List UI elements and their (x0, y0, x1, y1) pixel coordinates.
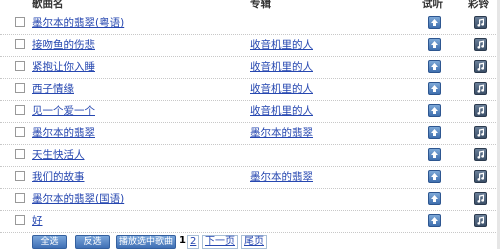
next-page-link[interactable]: 下一页 (202, 235, 238, 249)
play-icon[interactable] (428, 82, 441, 95)
table-row: 西子情缘 收音机里的人 (0, 78, 500, 101)
ringtone-icon[interactable] (474, 214, 487, 227)
album-link[interactable]: 收音机里的人 (250, 103, 313, 118)
listen-column-header: 试听 (422, 0, 443, 10)
song-column-header: 歌曲名 (32, 0, 64, 10)
play-icon[interactable] (428, 126, 441, 139)
row-checkbox[interactable] (15, 83, 25, 93)
song-link[interactable]: 天生快活人 (32, 147, 85, 162)
ringtone-icon[interactable] (474, 104, 487, 117)
song-link[interactable]: 墨尔本的翡翠(粤语) (32, 15, 124, 30)
song-link[interactable]: 接吻鱼的伤悲 (32, 37, 95, 52)
play-icon[interactable] (428, 60, 441, 73)
album-link[interactable]: 收音机里的人 (250, 81, 313, 96)
table-row: 墨尔本的翡翠 墨尔本的翡翠 (0, 122, 500, 145)
song-link[interactable]: 墨尔本的翡翠 (32, 125, 95, 140)
song-link[interactable]: 紧抱让你入睡 (32, 59, 95, 74)
play-selected-button[interactable]: 播放选中歌曲 (116, 235, 176, 249)
row-checkbox[interactable] (15, 127, 25, 137)
row-checkbox[interactable] (15, 105, 25, 115)
row-checkbox[interactable] (15, 39, 25, 49)
select-all-button[interactable]: 全选 (32, 235, 67, 249)
album-link[interactable]: 墨尔本的翡翠 (250, 169, 313, 184)
table-row: 接吻鱼的伤悲 收音机里的人 (0, 34, 500, 57)
song-link[interactable]: 好 (32, 213, 43, 228)
play-icon[interactable] (428, 192, 441, 205)
ringtone-icon[interactable] (474, 60, 487, 73)
album-column-header: 专辑 (250, 0, 271, 10)
row-checkbox[interactable] (15, 61, 25, 71)
row-checkbox[interactable] (15, 193, 25, 203)
ringtone-icon[interactable] (474, 170, 487, 183)
ringtone-icon[interactable] (474, 126, 487, 139)
song-link[interactable]: 我们的故事 (32, 169, 85, 184)
ringtone-icon[interactable] (474, 148, 487, 161)
ringtone-icon[interactable] (474, 38, 487, 51)
page-2-link[interactable]: 2 (187, 235, 200, 249)
table-row: 我们的故事 墨尔本的翡翠 (0, 166, 500, 189)
row-checkbox[interactable] (15, 17, 25, 27)
table-row: 墨尔本的翡翠(粤语) (0, 12, 500, 35)
ringtone-icon[interactable] (474, 16, 487, 29)
invert-selection-button[interactable]: 反选 (75, 235, 110, 249)
row-checkbox[interactable] (15, 149, 25, 159)
album-link[interactable]: 收音机里的人 (250, 37, 313, 52)
ringtone-column-header: 彩铃 (468, 0, 489, 10)
row-checkbox[interactable] (15, 215, 25, 225)
play-icon[interactable] (428, 148, 441, 161)
table-row: 墨尔本的翡翠(国语) (0, 188, 500, 211)
song-link[interactable]: 西子情缘 (32, 81, 74, 96)
play-icon[interactable] (428, 16, 441, 29)
song-link[interactable]: 墨尔本的翡翠(国语) (32, 191, 124, 206)
pagination-bar: 全选 反选 播放选中歌曲 1 2 下一页 尾页 (0, 234, 500, 249)
album-link[interactable]: 收音机里的人 (250, 59, 313, 74)
play-icon[interactable] (428, 170, 441, 183)
ringtone-icon[interactable] (474, 82, 487, 95)
table-header: 歌曲名 专辑 试听 彩铃 (0, 0, 500, 12)
table-row: 见一个爱一个 收音机里的人 (0, 100, 500, 123)
play-icon[interactable] (428, 38, 441, 51)
play-icon[interactable] (428, 214, 441, 227)
last-page-link[interactable]: 尾页 (241, 235, 267, 249)
song-link[interactable]: 见一个爱一个 (32, 103, 95, 118)
table-row: 好 (0, 210, 500, 233)
table-row: 紧抱让你入睡 收音机里的人 (0, 56, 500, 79)
play-icon[interactable] (428, 104, 441, 117)
album-link[interactable]: 墨尔本的翡翠 (250, 125, 313, 140)
row-checkbox[interactable] (15, 171, 25, 181)
table-row: 天生快活人 (0, 144, 500, 167)
ringtone-icon[interactable] (474, 192, 487, 205)
